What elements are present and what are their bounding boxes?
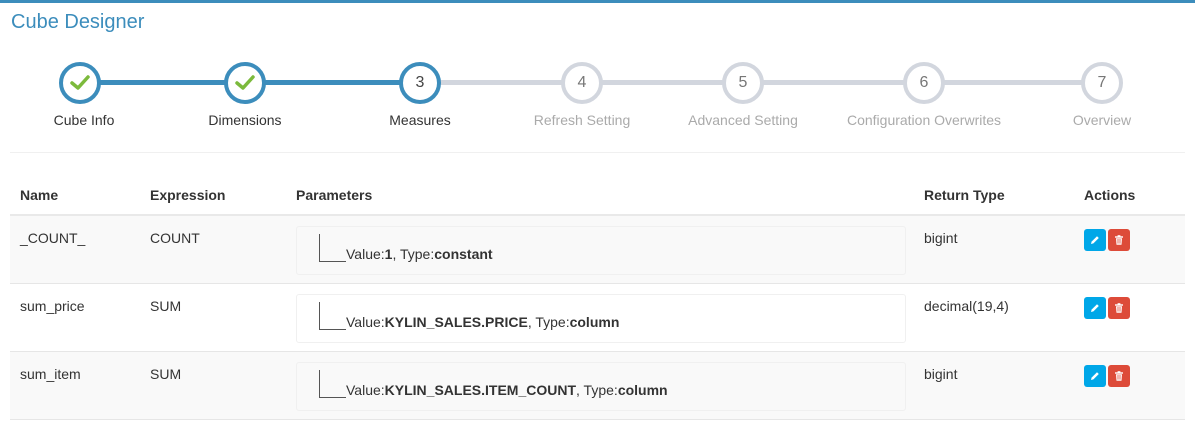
table-row: _COUNT_ COUNT Value:1, Type:constant big… [10, 216, 1185, 284]
table-row: sum_item SUM Value:KYLIN_SALES.ITEM_COUN… [10, 352, 1185, 420]
tree-connector-vertical [319, 370, 320, 398]
step-6-label[interactable]: Configuration Overwrites [824, 112, 1024, 128]
trash-icon [1115, 371, 1123, 381]
measure-expression: SUM [150, 366, 182, 382]
page-title: Cube Designer [11, 11, 145, 33]
delete-measure-button[interactable] [1108, 365, 1130, 387]
parameter-type: column [617, 382, 668, 398]
measure-name: sum_price [20, 298, 85, 314]
check-icon [235, 75, 255, 90]
trash-icon [1115, 235, 1123, 245]
measure-name: _COUNT_ [20, 230, 86, 246]
parameter-text: Value:KYLIN_SALES.ITEM_COUNT, Type:colum… [346, 382, 668, 398]
tree-connector-horizontal [319, 397, 346, 398]
step-7-number: 7 [1097, 74, 1107, 91]
step-3-circle[interactable]: 3 [399, 62, 441, 104]
delete-measure-button[interactable] [1108, 297, 1130, 319]
parameter-tree: Value:KYLIN_SALES.PRICE, Type:column [296, 294, 906, 343]
column-header-parameters: Parameters [296, 187, 373, 203]
parameter-text: Value:KYLIN_SALES.PRICE, Type:column [346, 314, 620, 330]
tree-connector-vertical [319, 234, 320, 262]
pencil-icon [1091, 304, 1099, 312]
wizard-divider [10, 152, 1185, 153]
step-7-label[interactable]: Overview [1002, 112, 1195, 128]
pencil-icon [1091, 236, 1099, 244]
parameter-text: Value:1, Type:constant [346, 246, 493, 262]
step-5-circle[interactable]: 5 [722, 62, 764, 104]
edit-measure-button[interactable] [1084, 297, 1106, 319]
measure-expression: COUNT [150, 230, 200, 246]
column-header-return-type: Return Type [924, 187, 1005, 203]
step-2-circle[interactable] [224, 62, 266, 104]
column-header-name: Name [20, 187, 59, 203]
table-row: sum_price SUM Value:KYLIN_SALES.PRICE, T… [10, 284, 1185, 352]
parameter-tree: Value:KYLIN_SALES.ITEM_COUNT, Type:colum… [296, 362, 906, 411]
parameter-value: KYLIN_SALES.ITEM_COUNT [384, 382, 577, 398]
trash-icon [1115, 303, 1123, 313]
tree-connector-vertical [319, 302, 320, 330]
delete-measure-button[interactable] [1108, 229, 1130, 251]
check-icon [70, 75, 90, 90]
parameter-type: column [569, 314, 620, 330]
step-1-circle[interactable] [59, 62, 101, 104]
tree-connector-horizontal [319, 329, 346, 330]
step-6-number: 6 [919, 74, 929, 91]
pencil-icon [1091, 372, 1099, 380]
measure-return-type: bigint [924, 366, 958, 382]
step-3-number: 3 [415, 74, 425, 91]
column-header-actions: Actions [1084, 187, 1136, 203]
measure-name: sum_item [20, 366, 81, 382]
step-4-circle[interactable]: 4 [561, 62, 603, 104]
parameter-value: KYLIN_SALES.PRICE [384, 314, 528, 330]
step-6-circle[interactable]: 6 [903, 62, 945, 104]
step-5-label[interactable]: Advanced Setting [643, 112, 843, 128]
edit-measure-button[interactable] [1084, 229, 1106, 251]
step-7-circle[interactable]: 7 [1081, 62, 1123, 104]
step-2-label[interactable]: Dimensions [145, 112, 345, 128]
column-header-expression: Expression [150, 187, 226, 203]
edit-measure-button[interactable] [1084, 365, 1106, 387]
tree-connector-horizontal [319, 261, 346, 262]
parameter-type: constant [434, 246, 493, 262]
top-accent-line [0, 0, 1195, 3]
measure-expression: SUM [150, 298, 182, 314]
measure-return-type: decimal(19,4) [924, 298, 1009, 314]
step-4-number: 4 [577, 74, 587, 91]
parameter-tree: Value:1, Type:constant [296, 226, 906, 275]
measure-return-type: bigint [924, 230, 958, 246]
step-5-number: 5 [738, 74, 748, 91]
